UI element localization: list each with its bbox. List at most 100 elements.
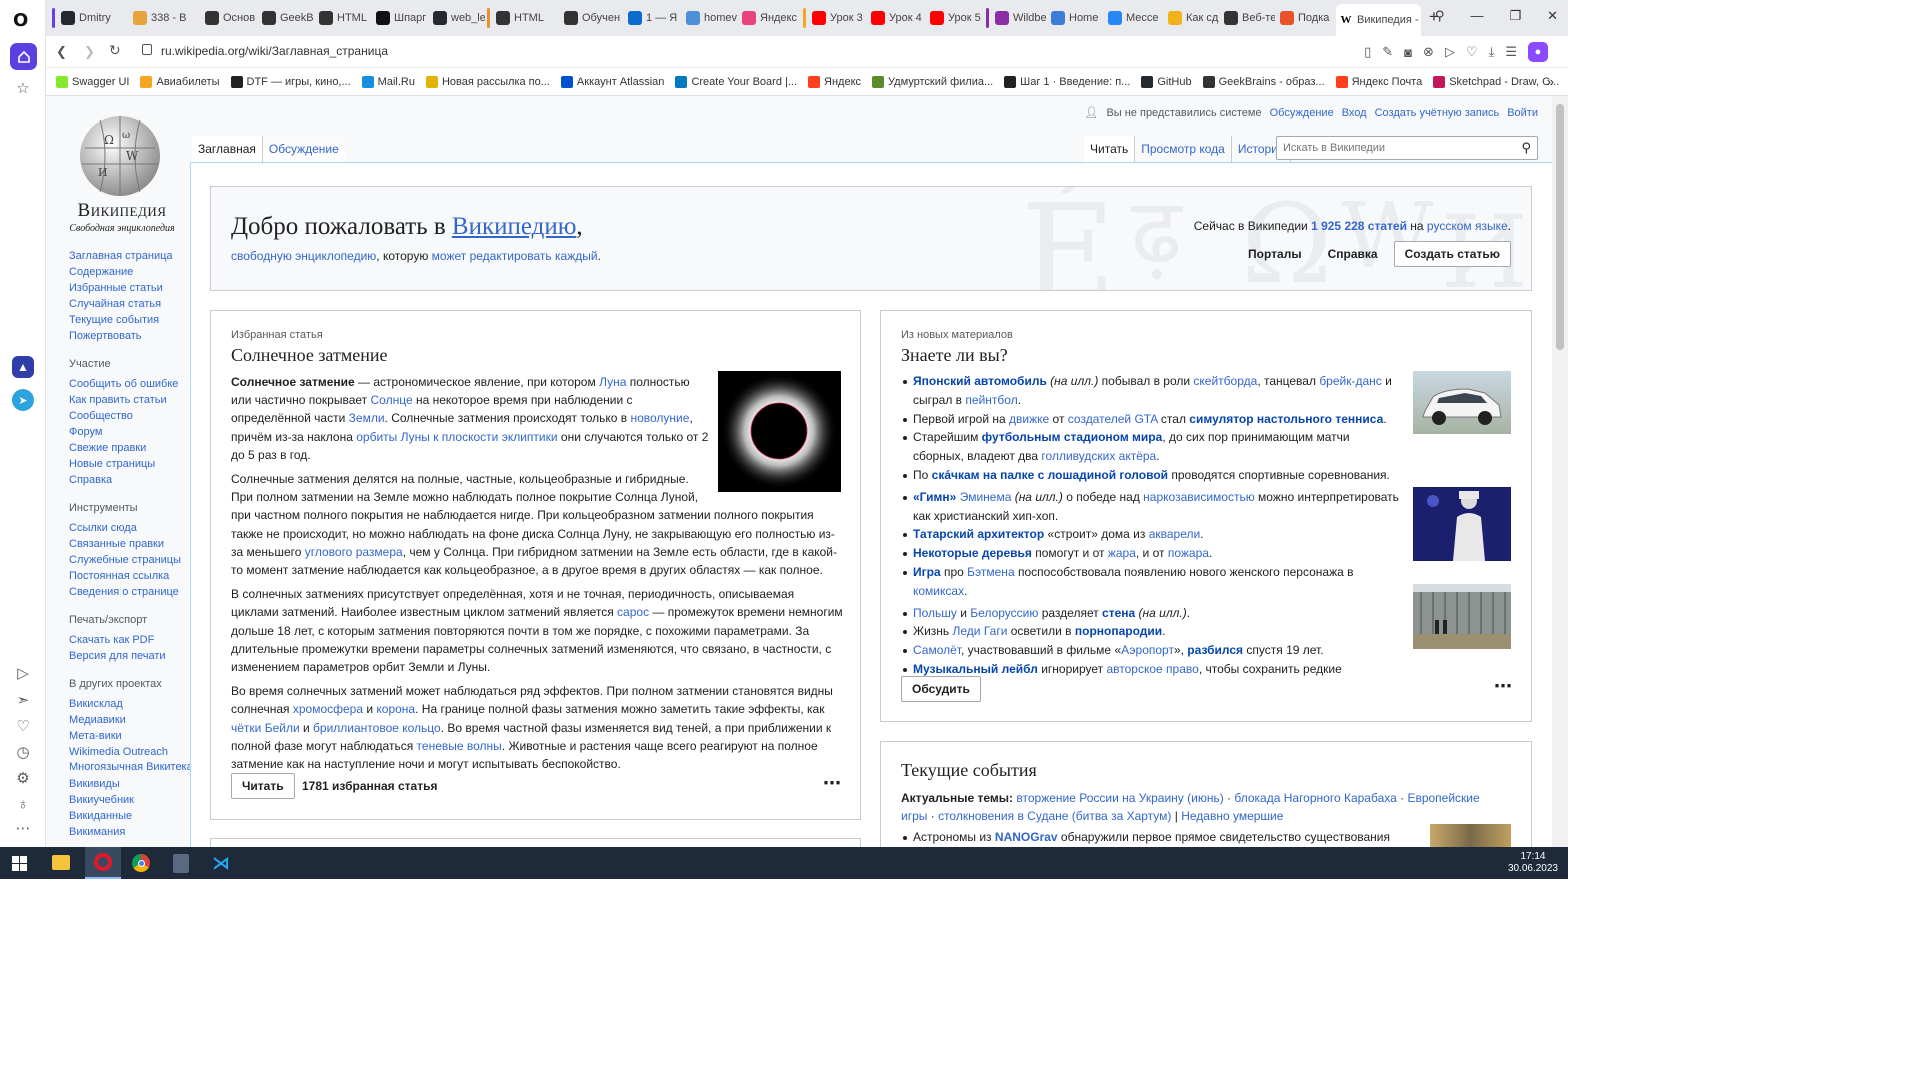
calculator-icon[interactable] (173, 854, 189, 873)
sidebar-project-link[interactable]: Медиавики (69, 712, 199, 728)
inline-link[interactable]: пожара (1168, 546, 1209, 560)
edit-icon[interactable]: ✎ (1382, 44, 1393, 60)
browser-tab[interactable]: Как сд (1165, 6, 1219, 30)
search-tabs-icon[interactable]: ⚲ (1435, 8, 1445, 24)
create-account-link[interactable]: Создать учётную запись (1375, 107, 1500, 119)
sidebar-main-link[interactable]: Текущие события (69, 312, 199, 328)
workspace-icon[interactable] (10, 43, 37, 70)
free-encyclopedia-link[interactable]: свободную энциклопедию (231, 249, 376, 263)
sidebar-participation-link[interactable]: Как править статьи (69, 392, 199, 408)
lightbulb-icon[interactable]: ♁ (11, 792, 35, 816)
sidebar-project-link[interactable]: Викимания (69, 824, 199, 840)
sidebar-tools-link[interactable]: Постоянная ссылка (69, 568, 199, 584)
inline-link[interactable]: пейнтбол (965, 393, 1017, 407)
bookmark-item[interactable]: GeekBrains - образ... (1202, 75, 1325, 88)
inline-link[interactable]: стена (1102, 606, 1135, 620)
sidebar-project-link[interactable]: Мета-вики (69, 728, 199, 744)
sidebar-project-link[interactable]: Многоязычная Викитека (69, 762, 199, 773)
inline-link[interactable]: скáчкам на палке с лошадиной головой (932, 468, 1168, 482)
browser-tab[interactable]: WВикипедия -✕ (1336, 4, 1421, 36)
inline-link[interactable]: Татарский архитектор (913, 527, 1044, 541)
sidebar-participation-link[interactable]: Новые страницы (69, 456, 199, 472)
sidebar-main-link[interactable]: Случайная статья (69, 296, 199, 312)
nanograv-link[interactable]: NANOGrav (995, 830, 1058, 844)
tab-view-source[interactable]: Просмотр кода (1134, 136, 1231, 162)
inline-link[interactable]: порнопародии (1075, 624, 1162, 638)
inline-link[interactable]: сарос (617, 605, 649, 619)
adblock-icon[interactable]: ⊗ (1423, 44, 1434, 60)
bookmark-item[interactable]: Авиабилеты (140, 75, 220, 88)
inline-link[interactable]: Леди Гаги (953, 624, 1008, 638)
inline-link[interactable]: футбольным стадионом мира (982, 430, 1163, 444)
browser-tab[interactable]: Dmitry (58, 6, 128, 30)
create-article-button[interactable]: Создать статью (1393, 241, 1511, 267)
close-window-icon[interactable]: ✕ (1547, 8, 1558, 24)
browser-tab[interactable]: Основ (202, 6, 257, 30)
menu-icon[interactable]: ☰ (1505, 44, 1517, 60)
tab-read[interactable]: Читать (1084, 136, 1135, 162)
sidebar-project-link[interactable]: Викиданные (69, 808, 199, 824)
aria-icon[interactable]: ▲ (12, 356, 34, 378)
browser-tab[interactable]: Wildbe (992, 6, 1046, 30)
history-icon[interactable]: ◷ (11, 740, 35, 764)
camera-icon[interactable]: ◙ (1404, 45, 1412, 60)
inline-link[interactable]: авторское право (1106, 662, 1198, 676)
bookmark-item[interactable]: Create Your Board |... (675, 75, 797, 88)
inline-link[interactable]: акварели (1149, 527, 1201, 541)
telegram-icon[interactable]: ➤ (12, 389, 34, 411)
scrollbar-thumb[interactable] (1556, 104, 1564, 350)
more-bookmarks-icon[interactable]: » (1547, 74, 1554, 89)
bookmark-item[interactable]: Удмуртский филиа... (872, 75, 993, 88)
send-icon[interactable]: ➣ (11, 688, 35, 712)
tab-main[interactable]: Заглавная (192, 136, 262, 162)
inline-link[interactable]: наркозависимостью (1143, 490, 1255, 504)
search-icon[interactable]: ⚲ (1521, 140, 1531, 156)
sidebar-main-link[interactable]: Пожертвовать (69, 328, 199, 344)
browser-tab[interactable]: GeekBr (259, 6, 314, 30)
download-icon[interactable]: ⤓ (1489, 44, 1495, 60)
sidebar-main-link[interactable]: Содержание (69, 264, 199, 280)
bookmark-item[interactable]: DTF — игры, кино,... (230, 75, 351, 88)
bookmark-item[interactable]: Шаг 1 · Введение: п... (1004, 75, 1130, 88)
browser-tab[interactable]: homev (683, 6, 737, 30)
vscode-icon[interactable]: ⋊ (212, 853, 230, 874)
inline-link[interactable]: Бэтмена (967, 565, 1014, 579)
sign-in-link[interactable]: Войти (1507, 107, 1538, 119)
chrome-icon[interactable] (132, 854, 150, 872)
inline-link[interactable]: создателей GTA (1068, 412, 1158, 426)
page-scrollbar[interactable] (1552, 96, 1568, 847)
inline-link[interactable]: движке (1009, 412, 1049, 426)
article-count-link[interactable]: 1 925 228 статей (1311, 219, 1407, 233)
browser-tab[interactable]: Мессе (1105, 6, 1163, 30)
current-events-image[interactable] (1430, 824, 1511, 847)
search-box[interactable]: ⚲ (1276, 136, 1538, 160)
inline-link[interactable]: Белоруссию (970, 606, 1038, 620)
search-input[interactable] (1277, 137, 1507, 159)
inline-link[interactable]: симулятор настольного тенниса (1189, 412, 1383, 426)
bookmark-item[interactable]: GitHub (1141, 75, 1192, 88)
topic-link-4[interactable]: столкновения в Судане (битва за Хартум) (938, 809, 1171, 823)
reload-icon[interactable]: ↻ (109, 42, 121, 59)
browser-tab[interactable]: Подка (1277, 6, 1334, 30)
sidebar-participation-link[interactable]: Сообщить об ошибке (69, 376, 199, 392)
browser-tab[interactable]: Яндекс (739, 6, 801, 30)
browser-tab[interactable]: 1 — Я (625, 6, 681, 30)
bookmark-item[interactable]: Аккаунт Atlassian (560, 75, 664, 88)
sidebar-participation-link[interactable]: Форум (69, 424, 199, 440)
help-button[interactable]: Справка (1318, 241, 1388, 267)
workspace-star-icon[interactable]: ☆ (11, 76, 35, 100)
bookmark-item[interactable]: Новая рассылка по... (425, 75, 550, 88)
inline-link[interactable]: углового размера (305, 545, 403, 559)
sidebar-participation-link[interactable]: Справка (69, 472, 199, 488)
inline-link[interactable]: Японский автомобиль (913, 374, 1047, 388)
login-link[interactable]: Вход (1342, 107, 1367, 119)
url-field[interactable]: ru.wikipedia.org/wiki/Заглавная_страница (161, 44, 388, 58)
inline-link[interactable]: Луна (599, 375, 626, 389)
sidebar-participation-link[interactable]: Сообщество (69, 408, 199, 424)
featured-more-icon[interactable]: ⋯ (823, 773, 842, 794)
minimize-icon[interactable]: — (1470, 8, 1483, 24)
sidebar-project-link[interactable]: Wikimedia Outreach (69, 744, 199, 760)
inline-link[interactable]: Польшу (913, 606, 957, 620)
sidebar-tools-link[interactable]: Сведения о странице (69, 584, 199, 600)
inline-link[interactable]: Самолёт (913, 643, 961, 657)
